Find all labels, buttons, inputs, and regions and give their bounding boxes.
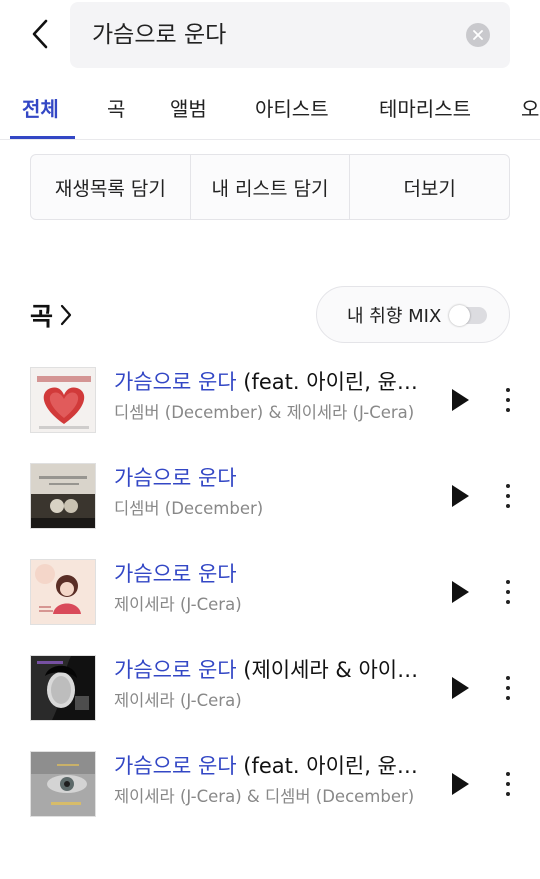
- toggle-switch[interactable]: [449, 305, 487, 326]
- chevron-left-icon: [32, 19, 48, 49]
- song-title: 가슴으로 운다 (feat. 아이린, 윤…: [114, 366, 426, 398]
- tab-themelists[interactable]: 테마리스트: [379, 84, 471, 139]
- play-icon: [452, 677, 469, 699]
- song-title-match: 가슴으로 운다: [114, 370, 237, 394]
- chevron-right-icon: [59, 303, 73, 327]
- song-title-match: 가슴으로 운다: [114, 466, 237, 490]
- play-button[interactable]: [448, 579, 472, 605]
- song-artist: 제이세라 (J-Cera) & 디셈버 (December): [114, 787, 415, 806]
- play-button[interactable]: [448, 675, 472, 701]
- category-tabs: 전체 곡 앨범 아티스트 테마리스트 오: [0, 84, 540, 140]
- list-item[interactable]: 가슴으로 운다 (제이세라 & 아이… 제이세라 (J-Cera): [0, 648, 540, 744]
- song-list: 가슴으로 운다 (feat. 아이린, 윤… 디셈버 (December) & …: [0, 360, 540, 840]
- album-cover[interactable]: [30, 655, 96, 721]
- song-title: 가슴으로 운다 (feat. 아이린, 윤…: [114, 750, 426, 782]
- song-title-rest: (제이세라 & 아이…: [236, 658, 419, 682]
- album-cover[interactable]: [30, 463, 96, 529]
- clear-icon: [473, 30, 483, 40]
- song-artist: 디셈버 (December) & 제이세라 (J-Cera): [114, 403, 415, 422]
- song-info[interactable]: 가슴으로 운다 디셈버 (December): [114, 462, 426, 524]
- add-to-playlist-button[interactable]: 재생목록 담기: [31, 155, 191, 219]
- tab-all[interactable]: 전체: [22, 84, 59, 139]
- list-item[interactable]: 가슴으로 운다 제이세라 (J-Cera): [0, 552, 540, 648]
- songs-section-header: 곡 내 취향 MIX: [30, 286, 510, 344]
- back-button[interactable]: [22, 14, 58, 54]
- song-title-rest: (feat. 아이린, 윤…: [236, 754, 418, 778]
- play-icon: [452, 581, 469, 603]
- song-title-match: 가슴으로 운다: [114, 658, 237, 682]
- more-options-button[interactable]: [498, 578, 518, 606]
- song-info[interactable]: 가슴으로 운다 (feat. 아이린, 윤… 제이세라 (J-Cera) & 디…: [114, 750, 426, 812]
- tab-songs[interactable]: 곡: [107, 84, 125, 139]
- song-info[interactable]: 가슴으로 운다 (feat. 아이린, 윤… 디셈버 (December) & …: [114, 366, 426, 428]
- my-taste-mix-toggle[interactable]: 내 취향 MIX: [316, 286, 510, 343]
- song-artist: 제이세라 (J-Cera): [114, 691, 242, 710]
- more-button[interactable]: 더보기: [350, 155, 509, 219]
- song-title: 가슴으로 운다 (제이세라 & 아이…: [114, 654, 426, 686]
- play-button[interactable]: [448, 771, 472, 797]
- add-to-my-list-button[interactable]: 내 리스트 담기: [191, 155, 351, 219]
- album-cover[interactable]: [30, 559, 96, 625]
- list-item[interactable]: 가슴으로 운다 (feat. 아이린, 윤… 디셈버 (December) & …: [0, 360, 540, 456]
- more-options-button[interactable]: [498, 674, 518, 702]
- play-icon: [452, 773, 469, 795]
- search-header: [0, 0, 540, 70]
- song-artist: 디셈버 (December): [114, 499, 264, 518]
- song-title-match: 가슴으로 운다: [114, 562, 237, 586]
- song-title: 가슴으로 운다: [114, 558, 426, 590]
- list-item[interactable]: 가슴으로 운다 (feat. 아이린, 윤… 제이세라 (J-Cera) & 디…: [0, 744, 540, 840]
- toggle-knob: [449, 305, 470, 326]
- search-box[interactable]: [70, 2, 510, 68]
- play-icon: [452, 389, 469, 411]
- more-options-button[interactable]: [498, 770, 518, 798]
- tab-albums[interactable]: 앨범: [170, 84, 207, 139]
- song-info[interactable]: 가슴으로 운다 제이세라 (J-Cera): [114, 558, 426, 620]
- song-artist: 제이세라 (J-Cera): [114, 595, 242, 614]
- clear-search-button[interactable]: [466, 23, 490, 47]
- section-title: 곡: [30, 302, 54, 331]
- action-bar: 재생목록 담기 내 리스트 담기 더보기: [30, 154, 510, 220]
- song-info[interactable]: 가슴으로 운다 (제이세라 & 아이… 제이세라 (J-Cera): [114, 654, 426, 716]
- play-button[interactable]: [448, 483, 472, 509]
- song-title-match: 가슴으로 운다: [114, 754, 237, 778]
- album-cover[interactable]: [30, 751, 96, 817]
- list-item[interactable]: 가슴으로 운다 디셈버 (December): [0, 456, 540, 552]
- song-title-rest: (feat. 아이린, 윤…: [236, 370, 418, 394]
- more-options-button[interactable]: [498, 386, 518, 414]
- search-input[interactable]: [92, 2, 452, 68]
- play-icon: [452, 485, 469, 507]
- mix-label: 내 취향 MIX: [347, 305, 442, 327]
- play-button[interactable]: [448, 387, 472, 413]
- more-options-button[interactable]: [498, 482, 518, 510]
- song-title: 가슴으로 운다: [114, 462, 426, 494]
- songs-section-link[interactable]: 곡: [30, 286, 73, 344]
- tab-more-cut[interactable]: 오: [521, 84, 539, 139]
- tab-artists[interactable]: 아티스트: [255, 84, 329, 139]
- album-cover[interactable]: [30, 367, 96, 433]
- active-tab-indicator: [10, 136, 75, 139]
